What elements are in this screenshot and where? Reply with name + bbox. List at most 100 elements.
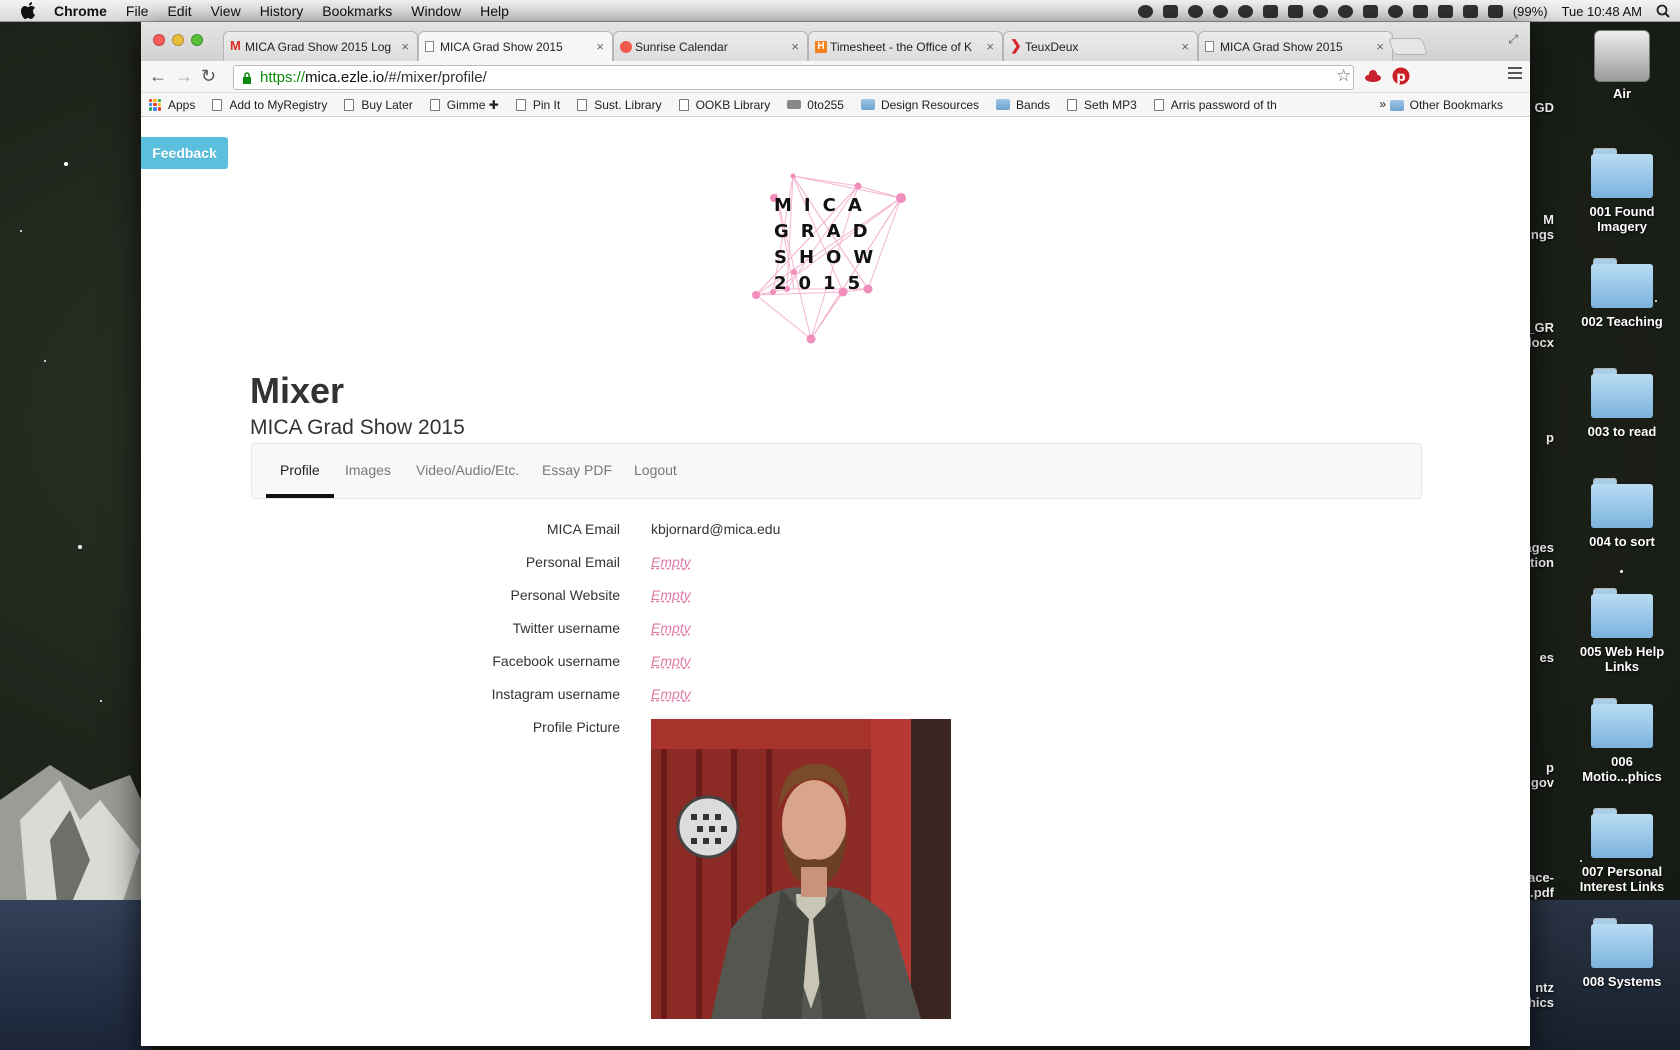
menu-view[interactable]: View bbox=[211, 3, 241, 19]
tab-video-audio[interactable]: Video/Audio/Etc. bbox=[416, 444, 519, 498]
field-label-personal-website: Personal Website bbox=[510, 587, 620, 603]
paw-icon[interactable] bbox=[1237, 4, 1253, 18]
page-icon bbox=[429, 98, 440, 111]
desktop-folder[interactable]: 002 Teaching bbox=[1577, 258, 1667, 329]
close-tab-icon[interactable]: × bbox=[596, 39, 604, 54]
tab-images[interactable]: Images bbox=[345, 444, 391, 498]
field-label-twitter: Twitter username bbox=[512, 620, 620, 636]
hard-drive-icon bbox=[1594, 30, 1650, 82]
desktop-drive-air[interactable]: Air bbox=[1577, 30, 1667, 101]
clock[interactable]: Tue 10:48 AM bbox=[1562, 4, 1642, 19]
menu-file[interactable]: File bbox=[126, 3, 149, 19]
desktop-folder[interactable]: 008 Systems bbox=[1577, 918, 1667, 989]
creative-cloud-icon[interactable] bbox=[1187, 4, 1203, 18]
bookmark-folder[interactable]: Bands bbox=[996, 98, 1050, 112]
teuxdeux-icon: ❯ bbox=[1010, 37, 1022, 53]
browser-tab[interactable]: Sunrise Calendar × bbox=[613, 31, 808, 61]
spotlight-icon[interactable] bbox=[1656, 4, 1670, 18]
close-tab-icon[interactable]: × bbox=[986, 39, 994, 54]
bookmark-item[interactable]: Pin It bbox=[515, 98, 560, 112]
bookmark-item[interactable]: Buy Later bbox=[344, 98, 413, 112]
apple-icon[interactable] bbox=[20, 2, 36, 19]
bookmark-item[interactable]: Sust. Library bbox=[577, 98, 662, 112]
desktop-folder[interactable]: 004 to sort bbox=[1577, 478, 1667, 549]
bookmark-apps[interactable]: Apps bbox=[149, 98, 195, 112]
notes-icon[interactable] bbox=[1262, 4, 1278, 18]
desktop-icon-label: 008 Systems bbox=[1582, 974, 1662, 989]
editable-twitter-username[interactable]: Empty bbox=[651, 620, 691, 636]
editable-instagram-username[interactable]: Empty bbox=[651, 686, 691, 702]
profile-picture[interactable] bbox=[651, 719, 951, 1019]
logo-line: SHOW bbox=[774, 247, 886, 268]
wifi-icon[interactable] bbox=[1412, 4, 1428, 18]
hamburger-menu-icon[interactable] bbox=[1508, 67, 1522, 81]
close-tab-icon[interactable]: × bbox=[401, 39, 409, 54]
lastpass-extension-icon[interactable] bbox=[1364, 67, 1382, 85]
browser-tab[interactable]: MICA Grad Show 2015 × bbox=[1198, 31, 1393, 61]
status-menus: (99%) Tue 10:48 AM bbox=[1137, 0, 1670, 22]
menu-edit[interactable]: Edit bbox=[167, 3, 191, 19]
desktop-folder[interactable]: 007 Personal Interest Links bbox=[1577, 808, 1667, 894]
desktop-folder[interactable]: 003 to read bbox=[1577, 368, 1667, 439]
battery-percent[interactable]: (99%) bbox=[1513, 4, 1548, 19]
bookmark-item[interactable]: Arris password of th bbox=[1153, 98, 1277, 112]
browser-tab[interactable]: ❯ TeuxDeux × bbox=[1003, 31, 1198, 61]
bookmark-folder[interactable]: Design Resources bbox=[860, 98, 979, 112]
folder-icon bbox=[1591, 588, 1653, 638]
menu-app-name[interactable]: Chrome bbox=[54, 3, 107, 19]
tab-title: MICA Grad Show 2015 Log bbox=[245, 40, 392, 54]
battery-icon[interactable] bbox=[1487, 4, 1503, 18]
close-tab-icon[interactable]: × bbox=[791, 39, 799, 54]
forward-icon[interactable]: → bbox=[175, 66, 193, 87]
accessibility-icon[interactable] bbox=[1312, 4, 1328, 18]
new-tab-button[interactable] bbox=[1387, 38, 1429, 55]
desktop-folder[interactable]: 001 Found Imagery bbox=[1577, 148, 1667, 234]
browser-tab-active[interactable]: MICA Grad Show 2015 × bbox=[418, 31, 613, 61]
menu-window[interactable]: Window bbox=[411, 3, 461, 19]
tab-logout[interactable]: Logout bbox=[634, 444, 677, 498]
editable-facebook-username[interactable]: Empty bbox=[651, 653, 691, 669]
close-window-button[interactable] bbox=[153, 34, 165, 46]
sync-icon[interactable] bbox=[1337, 4, 1353, 18]
bookmarks-overflow-chevron[interactable]: » bbox=[1379, 97, 1386, 111]
pinterest-icon[interactable]: p bbox=[1392, 67, 1410, 85]
browser-tab[interactable]: M MICA Grad Show 2015 Log × bbox=[223, 31, 418, 61]
bookmark-item[interactable]: Add to MyRegistry bbox=[212, 98, 327, 112]
bookmark-item[interactable]: Seth MP3 bbox=[1067, 98, 1137, 112]
bookmark-star-icon[interactable]: ☆ bbox=[1336, 66, 1351, 86]
menu-help[interactable]: Help bbox=[480, 3, 509, 19]
tab-essay-pdf[interactable]: Essay PDF bbox=[542, 444, 612, 498]
menu-bookmarks[interactable]: Bookmarks bbox=[322, 3, 392, 19]
close-tab-icon[interactable]: × bbox=[1181, 39, 1189, 54]
flame-icon[interactable] bbox=[1212, 4, 1228, 18]
desktop-folder[interactable]: 006 Motio...phics bbox=[1577, 698, 1667, 784]
bookmark-item[interactable]: Gimme ✚ bbox=[429, 98, 499, 112]
folder-icon bbox=[1591, 918, 1653, 968]
reload-icon[interactable]: ↻ bbox=[201, 66, 216, 87]
tab-profile[interactable]: Profile bbox=[266, 444, 334, 498]
volume-icon[interactable] bbox=[1437, 4, 1453, 18]
dropbox-icon[interactable] bbox=[1137, 4, 1153, 18]
zoom-window-button[interactable] bbox=[191, 34, 203, 46]
input-source-icon[interactable] bbox=[1462, 4, 1478, 18]
fullscreen-icon[interactable]: ⤢ bbox=[1508, 32, 1518, 47]
logo-line: 2015 bbox=[774, 273, 873, 294]
drive-icon[interactable] bbox=[1162, 4, 1178, 18]
display-icon[interactable] bbox=[1362, 4, 1378, 18]
bookmark-item[interactable]: 0to255 bbox=[787, 98, 844, 112]
feedback-button[interactable]: Feedback bbox=[141, 137, 228, 169]
other-bookmarks-folder[interactable]: Other Bookmarks bbox=[1389, 93, 1503, 117]
address-bar[interactable]: https://mica.ezle.io/#/mixer/profile/ bbox=[233, 65, 1354, 90]
close-tab-icon[interactable]: × bbox=[1376, 39, 1384, 54]
editable-personal-website[interactable]: Empty bbox=[651, 587, 691, 603]
menu-history[interactable]: History bbox=[260, 3, 304, 19]
browser-tab[interactable]: H Timesheet - the Office of K × bbox=[808, 31, 1003, 61]
editable-personal-email[interactable]: Empty bbox=[651, 554, 691, 570]
link-icon[interactable] bbox=[1287, 4, 1303, 18]
desktop-folder[interactable]: 005 Web Help Links bbox=[1577, 588, 1667, 674]
bluetooth-icon[interactable] bbox=[1387, 4, 1403, 18]
back-icon[interactable]: ← bbox=[149, 66, 167, 87]
minimize-window-button[interactable] bbox=[172, 34, 184, 46]
bookmark-item[interactable]: OOKB Library bbox=[678, 98, 770, 112]
menubar: Chrome File Edit View History Bookmarks … bbox=[0, 0, 1680, 22]
